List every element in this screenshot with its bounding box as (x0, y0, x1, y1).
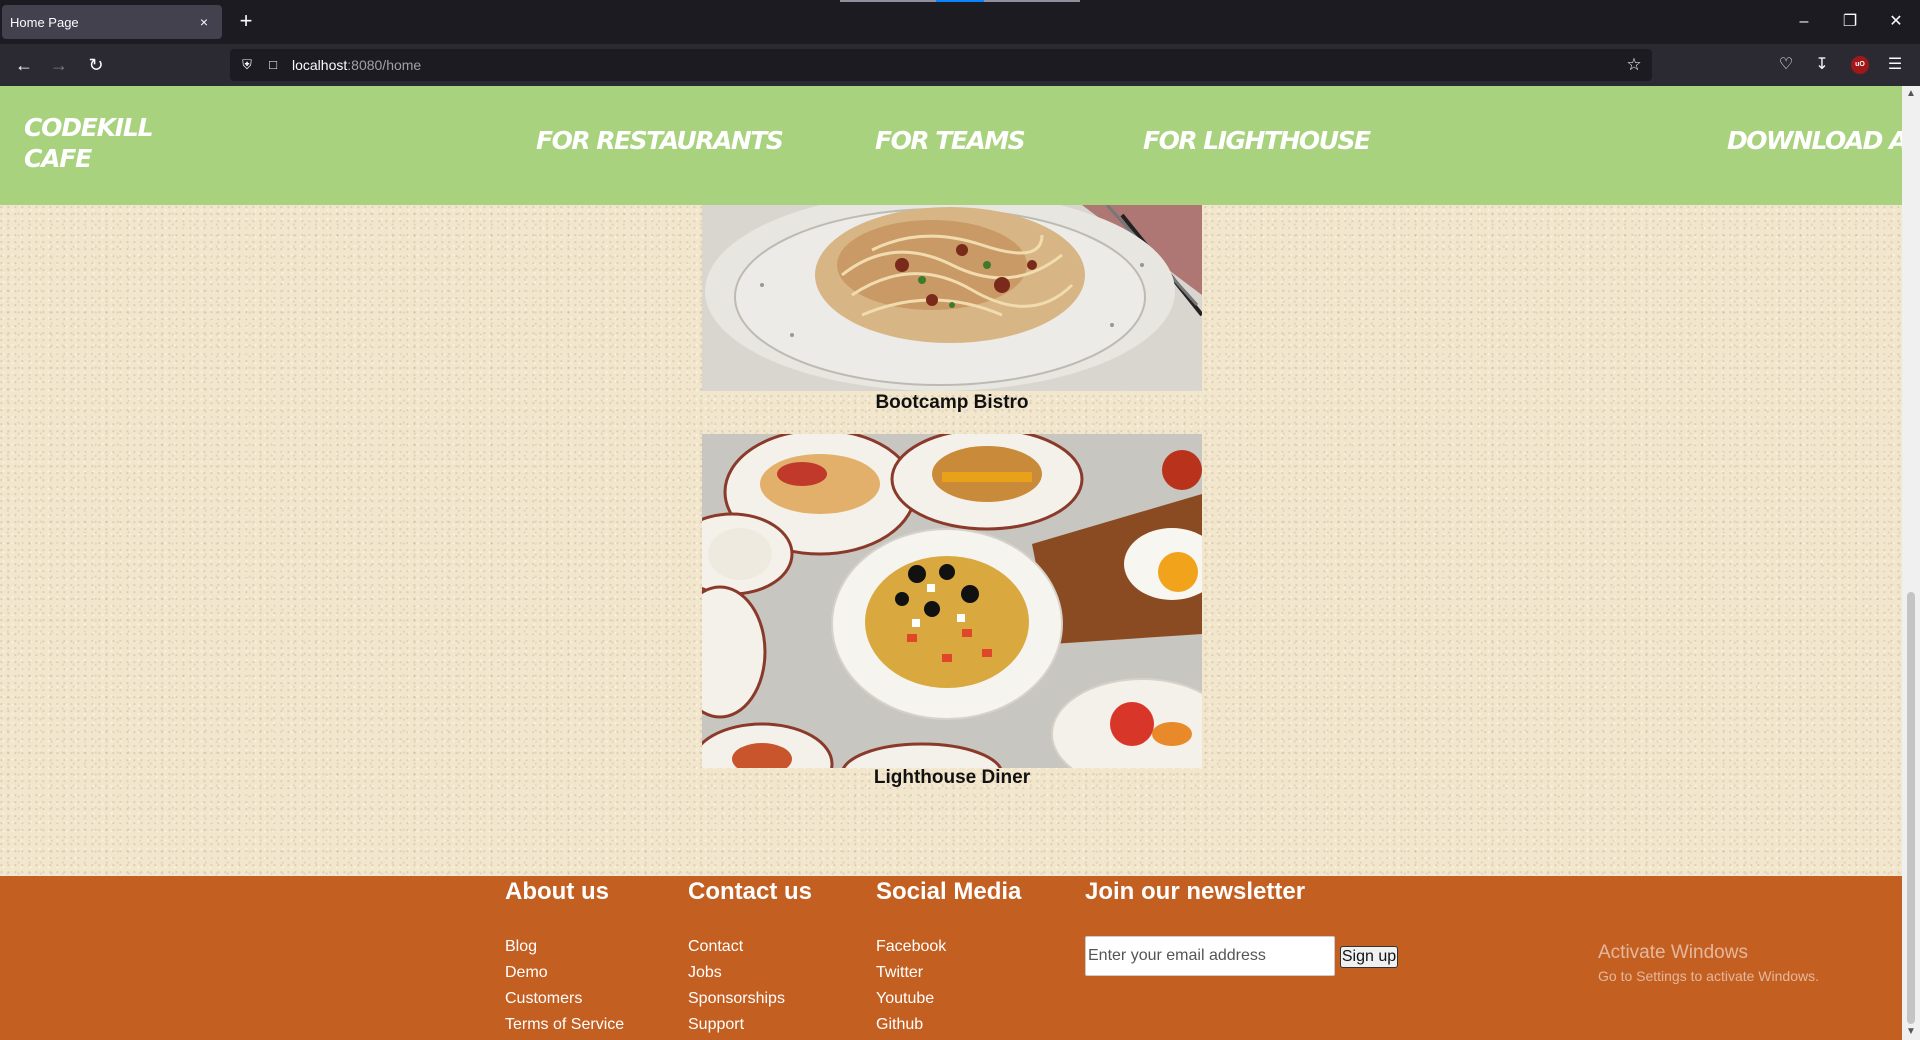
footer-link-terms[interactable]: Terms of Service (505, 1012, 624, 1038)
footer-heading: Join our newsletter (1085, 878, 1306, 905)
footer-link-twitter[interactable]: Twitter (876, 960, 1021, 986)
footer-link-sponsorships[interactable]: Sponsorships (688, 986, 812, 1012)
pocket-icon[interactable]: ♡ (1774, 53, 1798, 77)
reload-icon[interactable]: ↻ (84, 53, 108, 77)
download-icon[interactable]: ↧ (1810, 53, 1834, 77)
footer-about-column: About us Blog Demo Customers Terms of Se… (505, 876, 624, 1038)
new-tab-icon[interactable]: + (234, 10, 258, 34)
address-bar[interactable]: ⛨ □ localhost:8080/home ☆ (230, 49, 1652, 81)
site-footer: About us Blog Demo Customers Terms of Se… (0, 876, 1902, 1040)
footer-link-demo[interactable]: Demo (505, 960, 624, 986)
nav-for-teams[interactable]: FOR TEAMS (875, 126, 1026, 155)
footer-link-youtube[interactable]: Youtube (876, 986, 1021, 1012)
footer-link-facebook[interactable]: Facebook (876, 934, 1021, 960)
shield-icon[interactable]: ⛨ (238, 56, 256, 74)
footer-heading: About us (505, 878, 609, 905)
restaurant-name[interactable]: Lighthouse Diner (702, 767, 1202, 789)
restaurant-name[interactable]: Bootcamp Bistro (702, 392, 1202, 414)
footer-link-customers[interactable]: Customers (505, 986, 624, 1012)
footer-heading: Contact us (688, 878, 813, 905)
footer-link-support[interactable]: Support (688, 1012, 812, 1038)
site-header: CODEKILL CAFE FOR RESTAURANTS FOR TEAMS … (0, 86, 1920, 205)
page-viewport: CODEKILL CAFE FOR RESTAURANTS FOR TEAMS … (0, 86, 1920, 1040)
restore-icon[interactable]: ❐ (1838, 10, 1862, 34)
forward-icon[interactable]: → (47, 53, 71, 77)
ublock-origin-icon[interactable]: uO (1851, 56, 1869, 74)
url-text[interactable]: localhost:8080/home (292, 57, 421, 73)
back-icon[interactable]: ← (12, 53, 36, 77)
footer-newsletter-column: Join our newsletter (1085, 876, 1305, 906)
footer-link-contact[interactable]: Contact (688, 934, 812, 960)
tab-home-page[interactable]: Home Page × (2, 5, 222, 39)
page-icon[interactable]: □ (264, 56, 282, 74)
footer-heading: Social Media (876, 878, 1022, 905)
close-window-icon[interactable]: ✕ (1884, 10, 1908, 34)
tab-bar: Home Page × + – ❐ ✕ (0, 0, 1920, 44)
windows-activation-watermark: Activate Windows Go to Settings to activ… (1598, 942, 1819, 984)
nav-download-app[interactable]: DOWNLOAD APP (1727, 126, 1920, 155)
navigation-toolbar: ← → ↻ ⛨ □ localhost:8080/home ☆ ♡ ↧ uO ☰ (0, 44, 1920, 86)
site-logo[interactable]: CODEKILL CAFE (24, 112, 164, 174)
bootcamp-bistro-image[interactable] (702, 205, 1202, 391)
nav-for-lighthouse[interactable]: FOR LIGHTHOUSE (1143, 126, 1371, 155)
page-scrollbar[interactable]: ▲ ▼ (1902, 86, 1920, 1040)
footer-contact-column: Contact us Contact Jobs Sponsorships Sup… (688, 876, 812, 1038)
scroll-down-icon[interactable]: ▼ (1902, 1024, 1920, 1040)
tab-overflow-indicator (840, 0, 1080, 2)
tab-title: Home Page (10, 14, 79, 30)
footer-social-column: Social Media Facebook Twitter Youtube Gi… (876, 876, 1021, 1038)
minimize-icon[interactable]: – (1792, 10, 1816, 34)
newsletter-email-input[interactable] (1085, 936, 1335, 976)
footer-link-jobs[interactable]: Jobs (688, 960, 812, 986)
nav-for-restaurants[interactable]: FOR RESTAURANTS (536, 126, 784, 155)
footer-link-github[interactable]: Github (876, 1012, 1021, 1038)
scrollbar-thumb[interactable] (1907, 592, 1915, 1024)
bookmark-star-icon[interactable]: ☆ (1624, 55, 1644, 75)
lighthouse-diner-image[interactable] (702, 434, 1202, 768)
menu-icon[interactable]: ☰ (1883, 53, 1907, 77)
footer-link-blog[interactable]: Blog (505, 934, 624, 960)
scroll-up-icon[interactable]: ▲ (1902, 86, 1920, 102)
signup-button[interactable]: Sign up (1340, 946, 1398, 968)
close-tab-icon[interactable]: × (195, 13, 213, 31)
